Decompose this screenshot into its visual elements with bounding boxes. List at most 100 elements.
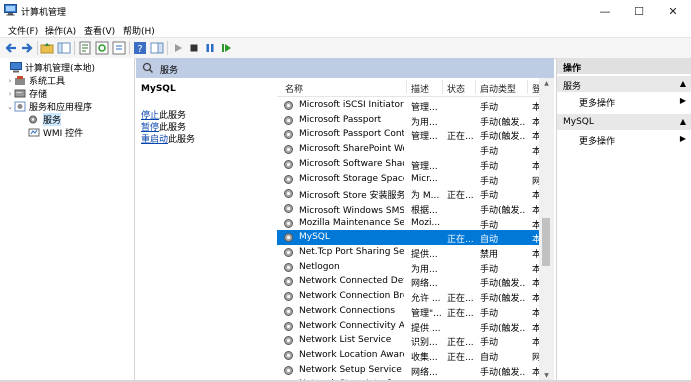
cell-name: Network Setup Service [299,364,402,375]
actions-section-mysql[interactable]: MySQL ▲ [557,114,691,130]
table-row[interactable]: Mozilla Maintenance ServiceMozi...手动本 [277,216,543,231]
column-divider[interactable] [442,80,443,94]
tree-item-storage[interactable]: › 存储 [6,87,47,100]
more-actions-services[interactable]: 更多操作 [579,96,615,109]
table-row[interactable]: Microsoft iSCSI Initiator Ser...管理...手动本 [277,98,543,113]
expand-chevron-icon[interactable]: › [6,90,14,98]
toolbar-separator [74,41,75,55]
cell-startup-type: 手动 [480,103,499,113]
help-icon[interactable]: ? [133,41,147,55]
computer-management-icon [4,4,17,16]
column-header-name[interactable]: 名称 [285,82,303,95]
show-action-pane-icon[interactable] [150,41,164,55]
cell-startup-type: 自动 [480,235,499,246]
cell-status: 正在... [447,294,474,305]
table-row[interactable]: Microsoft Storage Spaces S...Micr...手动网 [277,172,543,187]
collapse-chevron-icon[interactable]: ⌄ [6,103,14,111]
submenu-arrow-icon[interactable]: ▶ [680,96,686,105]
table-row[interactable]: Microsoft Store 安装服务为 M... 正在... 手动本 [277,186,543,201]
table-row[interactable]: Network Connectivity Assis... 提供 ... 手动(触发… [277,319,543,334]
wmi-icon [28,128,40,137]
up-folder-icon[interactable] [40,41,54,55]
tree-item-system-tools[interactable]: › 系统工具 [6,74,65,87]
tree-item-label: WMI 控件 [43,129,84,139]
table-row[interactable]: Microsoft Software Shado...管理...手动本 [277,157,543,172]
tools-icon [15,76,25,85]
selected-service-name: MySQL [141,84,176,94]
restart-service-link[interactable]: 重启动 [141,135,168,145]
maximize-button[interactable]: ☐ [622,0,656,22]
table-row[interactable]: Microsoft Passport Container 管理... 正在... 手动… [277,127,543,142]
close-button[interactable]: ✕ [656,0,690,22]
column-header-startup-type[interactable]: 启动类型 [480,82,516,95]
cell-name: Network Connections [299,305,396,316]
tree-item-computer-management[interactable]: 计算机管理(本地) [2,61,95,74]
table-row[interactable]: Network Location Awarene...收集...正在...自动网 [277,348,543,363]
cell-description: 管理"... [411,308,441,319]
column-header-status[interactable]: 状态 [447,82,465,95]
column-divider[interactable] [527,80,528,94]
minimize-button[interactable]: — [588,0,622,22]
service-gear-icon [284,174,293,184]
table-row[interactable]: Microsoft SharePoint Work...手动本 [277,142,543,157]
gears-icon [29,115,37,124]
service-gear-icon [284,262,293,272]
table-row[interactable]: Network Setup Service 网络... 手动(触发... 本 [277,363,543,378]
submenu-arrow-icon[interactable]: ▶ [680,134,686,143]
cell-name: Network List Service [299,335,392,346]
cell-description: Micr... [411,173,438,184]
table-row[interactable]: Netlogon 为用... 手动本 [277,260,543,275]
table-row[interactable]: Net.Tcp Port Sharing Service提供...禁用本 [277,245,543,260]
back-arrow-icon[interactable] [4,41,18,55]
service-gear-icon [284,336,293,346]
scroll-up-arrow-icon[interactable]: ▲ [539,78,554,90]
table-row[interactable]: Microsoft Windows SMS 路...根据...手动(触发...本 [277,201,543,216]
navigation-tree: 计算机管理(本地) › 系统工具 › 存储 ⌄ 服务和应用程序 服务 WMI 控… [0,58,135,382]
cell-description: 管理... [411,161,438,172]
table-row[interactable]: MySQL 正在... 自动本 [277,230,543,245]
cell-name: Microsoft Software Shado... [299,158,404,169]
menu-action[interactable]: 操作(A) [45,24,76,37]
menu-file[interactable]: 文件(F) [8,24,38,37]
table-row[interactable]: Network List Service 识别... 正在... 手动本 [277,333,543,348]
show-hide-tree-icon[interactable] [57,41,71,55]
pause-service-icon[interactable] [203,41,217,55]
expand-chevron-icon[interactable]: › [6,77,14,85]
column-divider[interactable] [475,80,476,94]
start-service-icon[interactable] [171,41,185,55]
tree-item-services[interactable]: 服务 [20,113,62,126]
services-list: 名称 描述 状态 启动类型 登 Microsoft iSCSI Initiato… [277,78,554,382]
table-row[interactable]: Network Connections 管理"... 正在... 手动本 [277,304,543,319]
more-actions-mysql[interactable]: 更多操作 [579,134,615,147]
forward-arrow-icon[interactable] [20,41,34,55]
table-row[interactable]: Network Connected Devic...网络...手动(触发...本 [277,274,543,289]
cell-description: 识别... [411,338,438,349]
cell-startup-type: 手动(触发... [480,294,526,305]
tree-item-wmi-control[interactable]: WMI 控件 [20,126,83,139]
menu-help[interactable]: 帮助(H) [123,24,155,37]
collapse-arrow-icon[interactable]: ▲ [680,117,686,126]
restart-service-icon[interactable] [219,41,233,55]
menu-view[interactable]: 查看(V) [84,24,115,37]
tree-item-services-and-applications[interactable]: ⌄ 服务和应用程序 [6,100,92,113]
properties-icon[interactable] [78,41,92,55]
refresh-icon[interactable] [95,41,109,55]
service-gear-icon [284,306,293,316]
table-row[interactable]: Microsoft Passport 为用... 手动(触发... 本 [277,113,543,128]
maximize-icon: ☐ [634,4,644,18]
cell-description: 提供... [411,250,438,260]
toolbar-separator [167,41,168,55]
actions-section-services[interactable]: 服务 ▲ [557,76,691,92]
cell-startup-type: 手动 [480,264,499,275]
vertical-scrollbar[interactable]: ▲ ▼ [539,78,554,382]
column-header-description[interactable]: 描述 [411,82,429,95]
cell-name: Microsoft Storage Spaces S... [299,173,404,184]
cell-startup-type: 手动(触发... [480,117,526,128]
collapse-arrow-icon[interactable]: ▲ [680,79,686,88]
table-row[interactable]: Network Connection Broker 允许 ... 正在... 手动(触… [277,289,543,304]
export-list-icon[interactable] [112,41,126,55]
column-divider[interactable] [406,80,407,94]
stop-service-icon[interactable] [187,41,201,55]
scrollbar-thumb[interactable] [542,218,550,266]
cell-description: 根据... [411,205,438,216]
